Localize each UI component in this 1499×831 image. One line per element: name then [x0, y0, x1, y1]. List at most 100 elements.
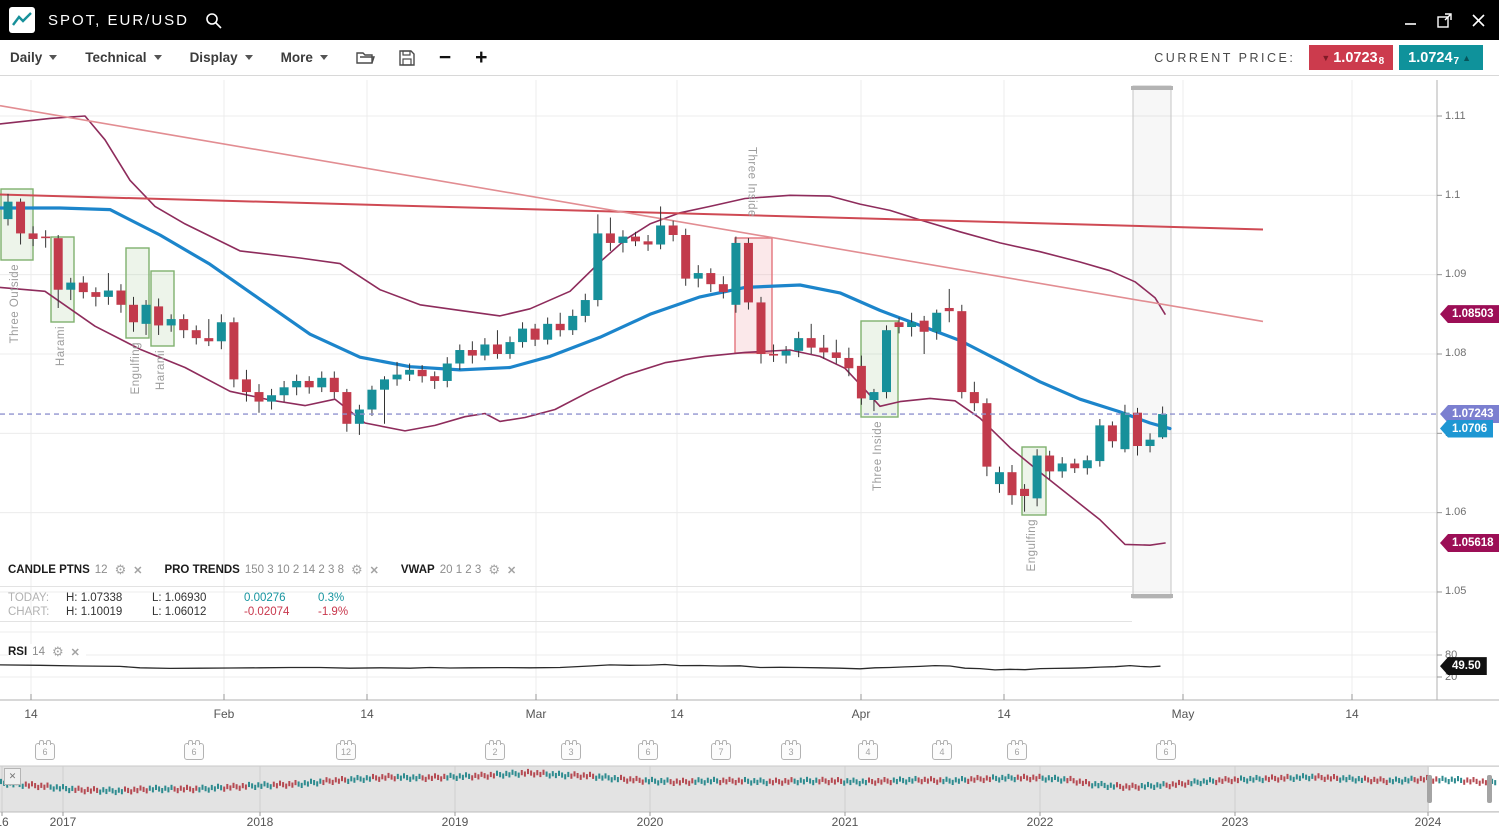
price-axis-badge: 1.05618 — [1440, 534, 1499, 552]
calendar-marker-icon[interactable]: 7 — [711, 743, 731, 760]
calendar-marker-icon[interactable]: 3 — [781, 743, 801, 760]
chart-overlays: Three Outside Harami Engulfing Harami Three … — [0, 0, 1499, 831]
rsi-settings-gear-icon[interactable]: ⚙ — [52, 644, 64, 660]
rsi-legend: RSI 14 ⚙ ✕ — [8, 644, 86, 660]
app-logo-icon — [9, 7, 35, 33]
price-axis-label: 1.09 — [1445, 268, 1466, 280]
price-axis-badge: 1.08503 — [1440, 305, 1499, 323]
calendar-marker-icon[interactable]: 12 — [336, 743, 356, 760]
navigator-year-label: 2017 — [50, 815, 77, 829]
indicator-name-candle-ptns: CANDLE PTNS — [8, 564, 90, 576]
calendar-marker-icon[interactable]: 6 — [638, 743, 658, 760]
stats-row: TODAY:H: 1.07338L: 1.069300.002760.3% — [8, 591, 348, 605]
navigator-year-label: 2018 — [247, 815, 274, 829]
calendar-marker-icon[interactable]: 4 — [932, 743, 952, 760]
stats-change: -0.02074 — [244, 606, 318, 618]
ask-price: 1.0724 — [1408, 50, 1452, 66]
open-layout-button[interactable] — [356, 50, 375, 65]
indicator-name-vwap: VWAP — [401, 564, 435, 576]
chevron-down-icon — [154, 55, 162, 60]
price-axis-badge: 49.50 — [1440, 657, 1487, 675]
calendar-marker-day: 6 — [1014, 747, 1019, 757]
navigator-year-label: 2020 — [637, 815, 664, 829]
time-axis-label: Apr — [852, 707, 871, 721]
menu-label: Daily — [10, 50, 42, 65]
search-icon[interactable] — [205, 12, 222, 29]
calendar-marker-icon[interactable]: 6 — [184, 743, 204, 760]
calendar-marker-day: 4 — [865, 747, 870, 757]
navigator-right-handle — [1487, 775, 1492, 803]
minimize-button[interactable] — [1404, 14, 1417, 27]
menu-label: Display — [190, 50, 238, 65]
pattern-label-three-inside: Three Inside — [872, 421, 884, 491]
ask-price-badge: 1.07247▲ — [1399, 45, 1483, 70]
calendar-marker-day: 12 — [341, 747, 351, 757]
chevron-down-icon — [245, 55, 253, 60]
stats-change: 0.00276 — [244, 592, 318, 604]
calendar-marker-icon[interactable]: 6 — [1007, 743, 1027, 760]
current-price-label: CURRENT PRICE: — [1154, 51, 1295, 65]
close-button[interactable] — [1472, 14, 1485, 27]
bid-price-badge: ▼1.07238 — [1309, 45, 1393, 70]
price-axis-label: 1.06 — [1445, 506, 1466, 518]
pattern-label-engulfing: Engulfing — [130, 342, 142, 394]
stats-high: H: 1.07338 — [66, 592, 152, 604]
calendar-marker-icon[interactable]: 6 — [1156, 743, 1176, 760]
time-axis-label: 14 — [997, 707, 1010, 721]
calendar-marker-icon[interactable]: 2 — [485, 743, 505, 760]
calendar-marker-day: 6 — [191, 747, 196, 757]
menu-label: More — [281, 50, 313, 65]
price-axis-label: 1.05 — [1445, 585, 1466, 597]
calendar-marker-day: 6 — [645, 747, 650, 757]
price-stats: TODAY:H: 1.07338L: 1.069300.002760.3%CHA… — [8, 591, 348, 619]
menu-label: Technical — [85, 50, 146, 65]
menu-daily[interactable]: Daily — [10, 50, 57, 65]
menu-display[interactable]: Display — [190, 50, 253, 65]
stats-change-pct: -1.9% — [318, 606, 348, 618]
popout-button[interactable] — [1437, 13, 1452, 28]
calendar-marker-day: 2 — [492, 747, 497, 757]
titlebar: SPOT, EUR/USD — [0, 0, 1499, 40]
chevron-down-icon — [320, 55, 328, 60]
indicator-settings-gear-icon[interactable]: ⚙ — [488, 562, 500, 578]
price-axis-label: 1.1 — [1445, 189, 1460, 201]
window-controls — [1404, 13, 1485, 28]
navigator-close-icon[interactable]: ✕ — [4, 768, 21, 785]
pattern-label-harami: Harami — [155, 350, 167, 390]
time-axis-label: 14 — [360, 707, 373, 721]
indicator-remove-icon[interactable]: ✕ — [370, 564, 379, 577]
stats-low: L: 1.06930 — [152, 592, 244, 604]
stats-high: H: 1.10019 — [66, 606, 152, 618]
indicator-remove-icon[interactable]: ✕ — [133, 564, 142, 577]
price-axis-label: 1.08 — [1445, 347, 1466, 359]
navigator-left-handle — [1427, 775, 1432, 803]
calendar-marker-icon[interactable]: 6 — [35, 743, 55, 760]
time-axis-label: 14 — [670, 707, 683, 721]
time-axis-label: May — [1172, 707, 1195, 721]
stats-scope-label: TODAY: — [8, 592, 66, 604]
zoom-in-button[interactable]: + — [475, 48, 487, 68]
rsi-remove-icon[interactable]: ✕ — [71, 646, 80, 659]
stats-low: L: 1.06012 — [152, 606, 244, 618]
indicator-params: 12 — [95, 564, 108, 576]
zoom-out-button[interactable]: − — [439, 48, 451, 68]
price-axis-label: 1.11 — [1445, 110, 1466, 122]
ask-price-pip: 7 — [1454, 56, 1460, 67]
rsi-name: RSI — [8, 646, 27, 658]
rsi-params: 14 — [32, 646, 45, 658]
calendar-marker-day: 3 — [788, 747, 793, 757]
menu-technical[interactable]: Technical — [85, 50, 161, 65]
indicator-settings-gear-icon[interactable]: ⚙ — [351, 562, 363, 578]
calendar-marker-icon[interactable]: 3 — [561, 743, 581, 760]
stats-row: CHART:H: 1.10019L: 1.06012-0.02074-1.9% — [8, 605, 348, 619]
calendar-marker-icon[interactable]: 4 — [858, 743, 878, 760]
pattern-label-three-inside: Three Inside — [746, 147, 758, 217]
indicator-remove-icon[interactable]: ✕ — [507, 564, 516, 577]
pattern-label-three-outside: Three Outside — [9, 264, 21, 343]
menu-more[interactable]: More — [281, 50, 328, 65]
save-layout-button[interactable] — [399, 50, 415, 66]
indicator-settings-gear-icon[interactable]: ⚙ — [115, 562, 127, 578]
pattern-label-harami: Harami — [55, 326, 67, 366]
time-axis-label: Feb — [214, 707, 235, 721]
calendar-marker-day: 6 — [42, 747, 47, 757]
